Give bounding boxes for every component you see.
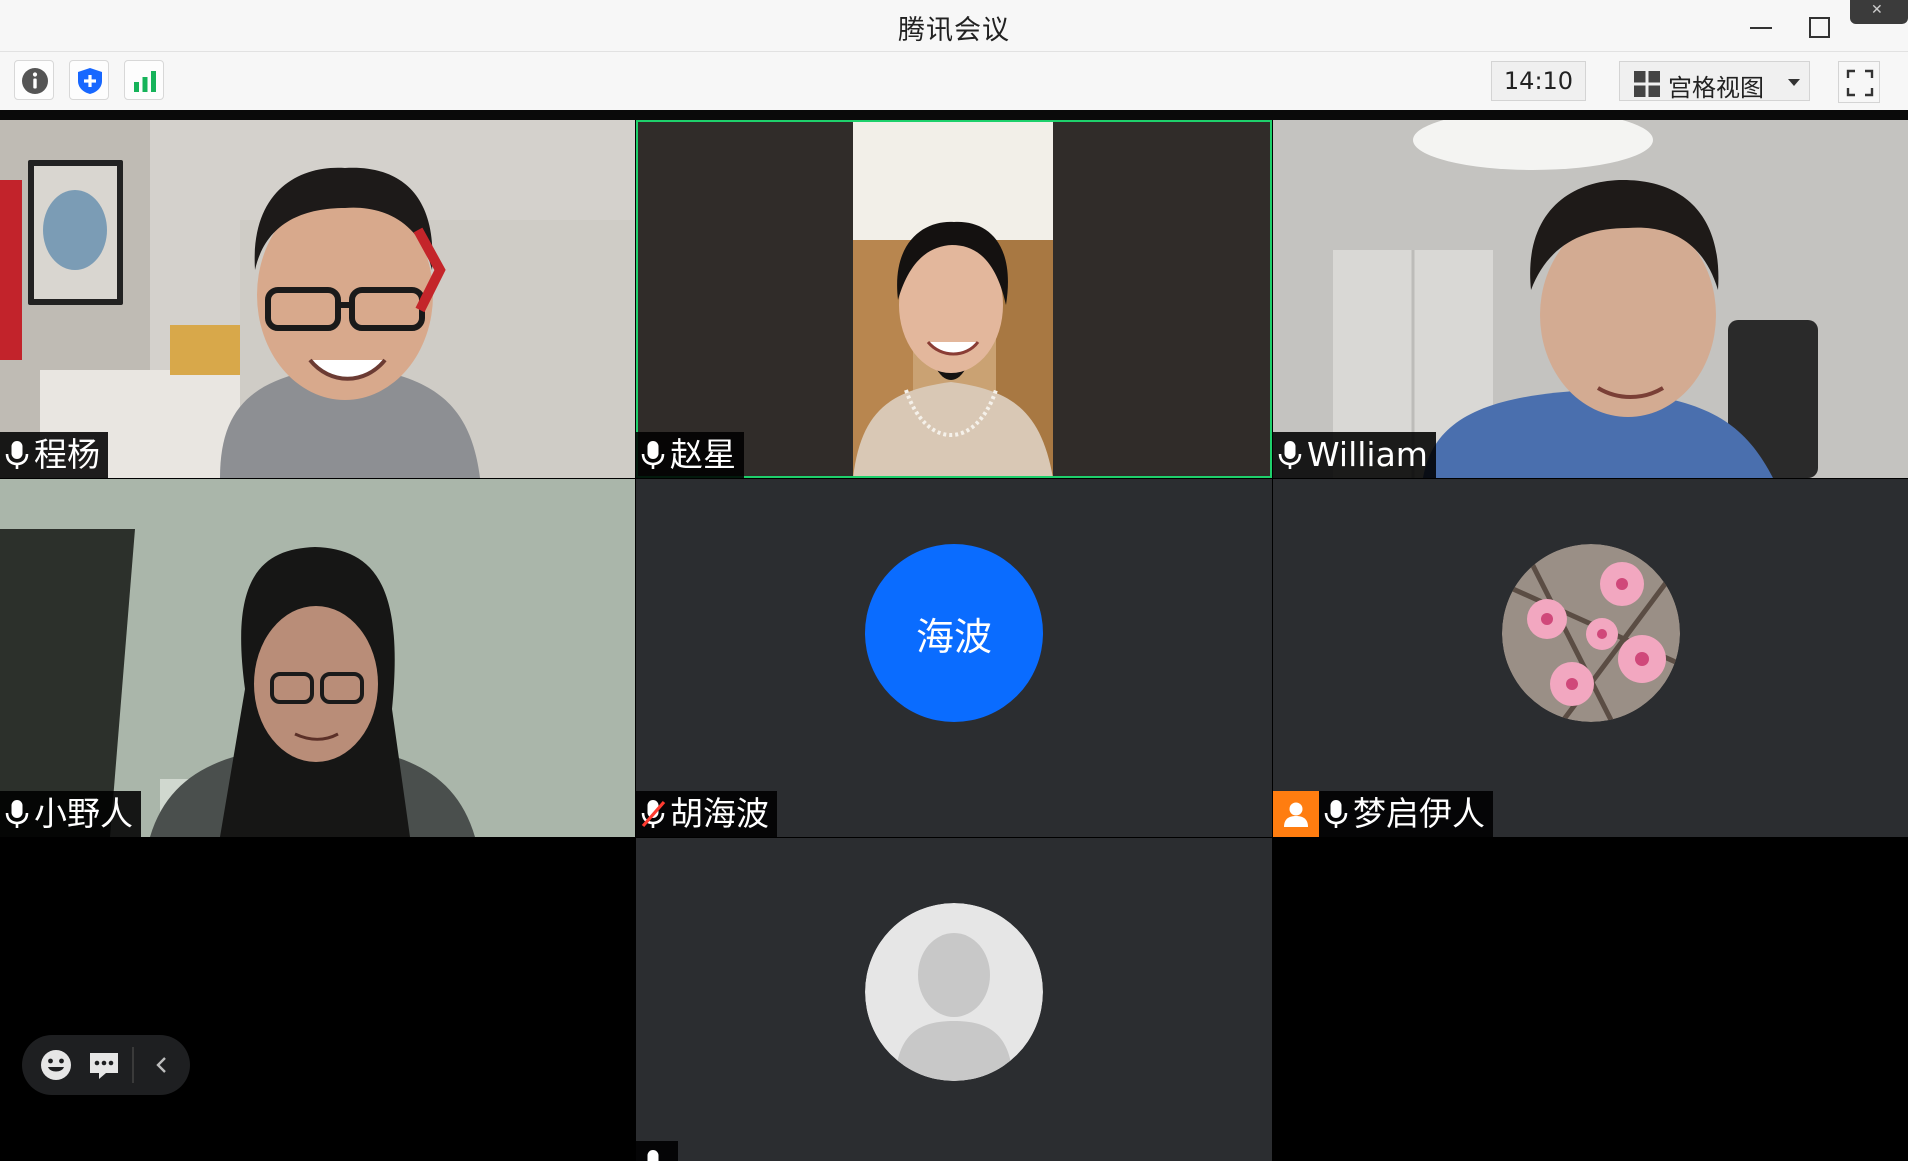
close-button[interactable] bbox=[1850, 0, 1908, 24]
network-status-button[interactable] bbox=[124, 60, 164, 100]
participant-name: 胡海波 bbox=[670, 794, 769, 833]
participant-name-tag: 程杨 bbox=[0, 432, 108, 478]
host-person-icon bbox=[1284, 802, 1308, 827]
video-tile-participant-4[interactable]: 小野人 bbox=[0, 479, 635, 837]
collapse-button[interactable] bbox=[144, 1047, 180, 1083]
microphone-muted-icon bbox=[641, 800, 666, 828]
minimize-button[interactable] bbox=[1738, 6, 1782, 46]
video-tile-participant-1[interactable]: 程杨 bbox=[0, 120, 635, 478]
microphone-icon bbox=[1277, 440, 1303, 470]
video-tile-participant-7[interactable] bbox=[636, 838, 1272, 1161]
chat-icon bbox=[90, 1053, 118, 1079]
participant-name-tag: 胡海波 bbox=[636, 791, 777, 837]
video-tile-participant-3[interactable]: William bbox=[1273, 120, 1908, 478]
participant-name-tag: William bbox=[1273, 432, 1436, 478]
participant-name: 程杨 bbox=[34, 435, 100, 474]
fullscreen-icon bbox=[1846, 69, 1874, 97]
video-tile-participant-5[interactable]: 海波 胡海波 bbox=[636, 479, 1272, 837]
participant-video bbox=[636, 120, 1272, 478]
title-bar: 腾讯会议 bbox=[0, 0, 1908, 52]
default-person-icon bbox=[865, 903, 1043, 1081]
participant-name-tag: 梦启伊人 bbox=[1273, 791, 1493, 837]
meeting-timer: 14:10 bbox=[1491, 61, 1586, 101]
microphone-icon bbox=[4, 799, 30, 829]
grid-view-icon bbox=[1634, 71, 1660, 97]
participant-video bbox=[0, 479, 635, 837]
participant-name: 梦启伊人 bbox=[1353, 794, 1485, 833]
microphone-icon bbox=[1323, 799, 1349, 829]
participant-name: 小野人 bbox=[34, 794, 133, 833]
floating-action-bar bbox=[22, 1035, 190, 1095]
chat-button[interactable] bbox=[86, 1047, 122, 1083]
participant-name-tag: 赵星 bbox=[636, 432, 744, 478]
meeting-toolbar: 14:10 宫格视图 bbox=[0, 52, 1908, 110]
avatar bbox=[1502, 544, 1680, 722]
avatar: 海波 bbox=[865, 544, 1043, 722]
toolbar-divider bbox=[0, 110, 1908, 120]
info-icon bbox=[22, 68, 48, 94]
maximize-button[interactable] bbox=[1796, 6, 1840, 46]
microphone-icon bbox=[4, 440, 30, 470]
video-tile-participant-2[interactable]: 赵星 bbox=[636, 120, 1272, 478]
meeting-info-button[interactable] bbox=[14, 60, 54, 100]
emoji-button[interactable] bbox=[38, 1047, 74, 1083]
app-title: 腾讯会议 bbox=[898, 15, 1010, 46]
fullscreen-button[interactable] bbox=[1838, 61, 1880, 103]
participant-video bbox=[0, 120, 635, 478]
participant-name-tag: 小野人 bbox=[0, 791, 141, 837]
participant-name: 赵星 bbox=[670, 435, 736, 474]
microphone-icon bbox=[640, 440, 666, 470]
chevron-down-icon bbox=[1788, 79, 1800, 86]
security-button[interactable] bbox=[69, 60, 109, 100]
view-mode-dropdown[interactable]: 宫格视图 bbox=[1619, 61, 1810, 102]
microphone-icon bbox=[640, 1149, 666, 1161]
host-badge bbox=[1273, 791, 1319, 837]
meeting-window: 腾讯会议 14:10 bbox=[0, 0, 1908, 1161]
shield-icon bbox=[78, 68, 102, 94]
emoji-icon bbox=[41, 1050, 71, 1080]
view-mode-label: 宫格视图 bbox=[1668, 74, 1764, 102]
participant-name: William bbox=[1307, 435, 1428, 474]
participant-name-tag bbox=[636, 1141, 678, 1161]
signal-icon bbox=[134, 71, 156, 92]
collapse-chevron-icon bbox=[156, 1057, 166, 1073]
participant-video bbox=[1273, 120, 1908, 478]
video-tile-participant-6[interactable]: 梦启伊人 bbox=[1273, 479, 1908, 837]
floating-bar-divider bbox=[132, 1047, 134, 1083]
